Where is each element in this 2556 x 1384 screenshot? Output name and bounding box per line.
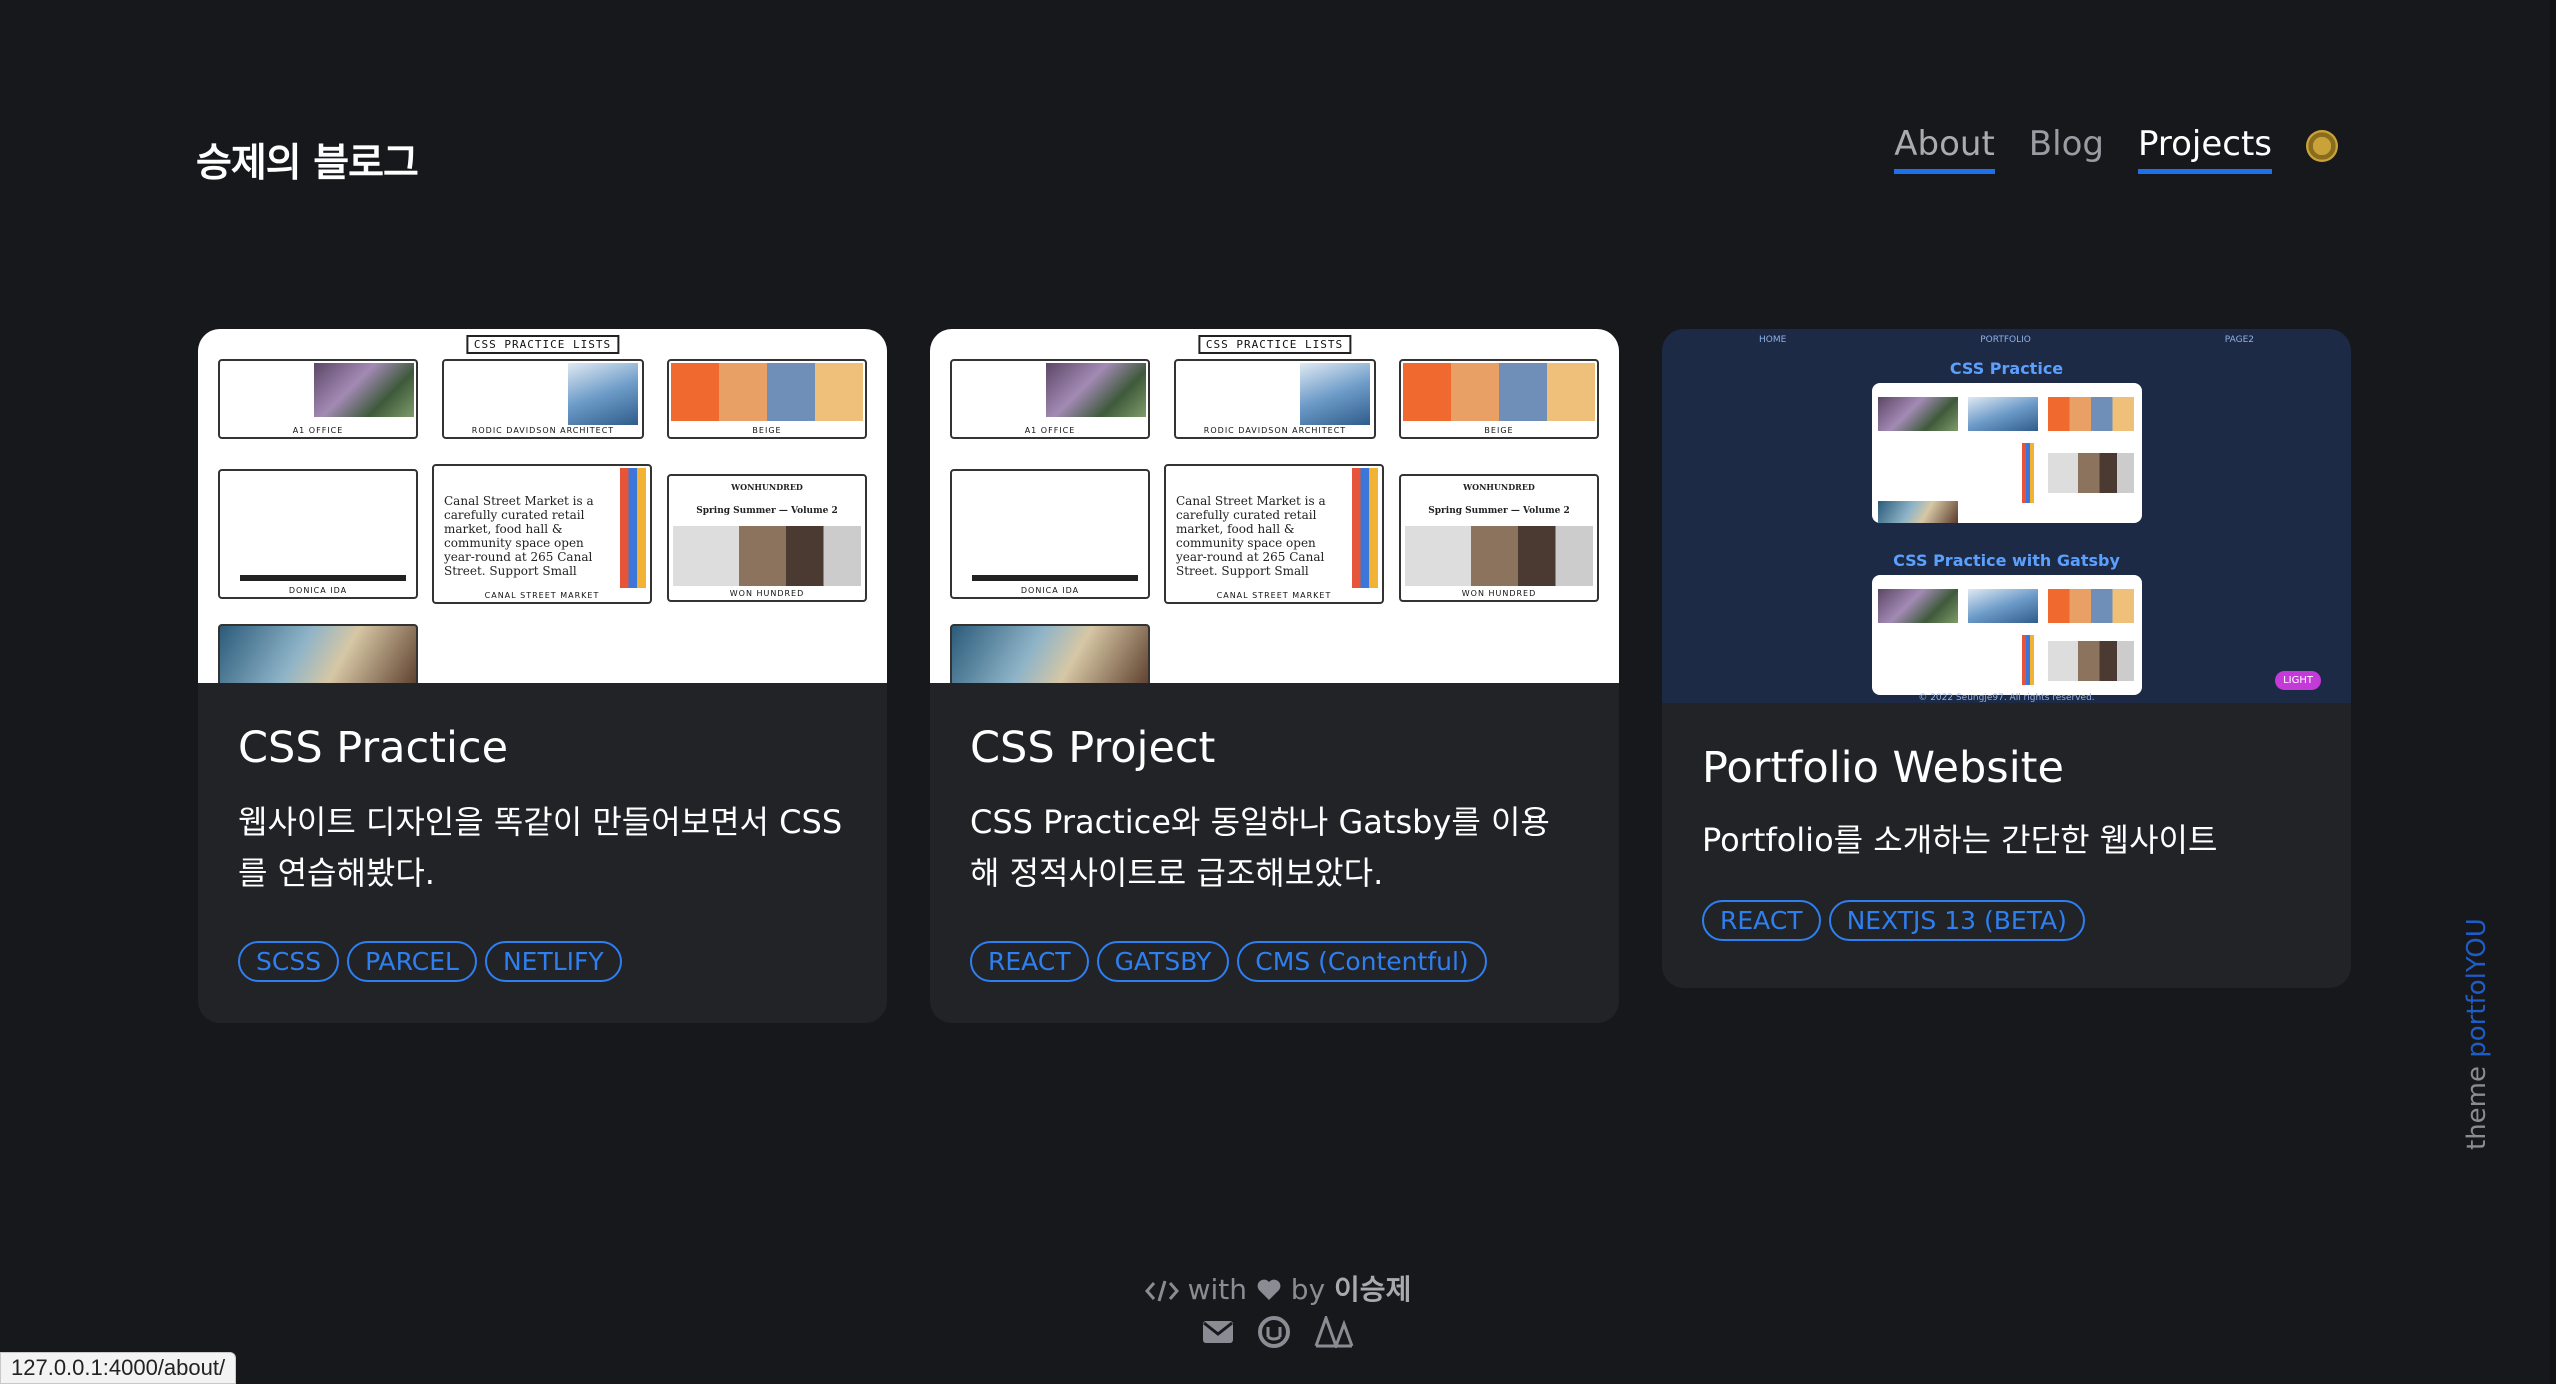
thumbnail-nav: HOME PORTFOLIO PAGE2 (1662, 329, 2351, 351)
mini-caption: WON HUNDRED (1461, 589, 1537, 598)
theme-credit[interactable]: theme portfolYOU (2462, 918, 2492, 1150)
mini-card: RODIC DAVIDSON ARCHITECT (442, 359, 644, 439)
mini-caption: CANAL STREET MARKET (1216, 591, 1332, 600)
mini-card: RODIC DAVIDSON ARCHITECT (1174, 359, 1376, 439)
tag-netlify[interactable]: NETLIFY (484, 941, 622, 982)
project-card-css-practice[interactable]: CSS PRACTICE LISTS A1 OFFICE RODIC DAVID… (198, 329, 887, 1023)
nav-about-link[interactable]: About (1894, 125, 1995, 175)
footer-social-links (1190, 1316, 1366, 1348)
project-title[interactable]: CSS Practice (238, 723, 847, 773)
nav-projects-link[interactable]: Projects (2137, 125, 2272, 175)
mini-snippet: Canal Street Market is a carefully curat… (1176, 494, 1326, 578)
heart-icon (1257, 1279, 1281, 1300)
mini-caption: DONICA IDA (288, 586, 348, 595)
project-card-css-project[interactable]: CSS PRACTICE LISTS A1 OFFICE RODIC DAVID… (930, 329, 1619, 1023)
mail-icon[interactable] (1202, 1319, 1234, 1345)
footer-with: with (1187, 1273, 1247, 1306)
thumbnail-nav-item: HOME (1758, 335, 1787, 345)
thumbnail-nav-item: PORTFOLIO (1980, 335, 2031, 345)
mini-card: DONICA IDA (950, 469, 1150, 599)
mini-card (950, 624, 1150, 683)
browser-status-url: 127.0.0.1:4000/about/ (0, 1352, 237, 1384)
mini-spring: Spring Summer — Volume 2 (696, 506, 838, 516)
mini-spring: Spring Summer — Volume 2 (1428, 506, 1570, 516)
thumbnail-screenshot (1871, 383, 2142, 523)
mini-card: WONHUNDRED Spring Summer — Volume 2 WON … (667, 474, 867, 602)
mini-card: DONICA IDA (218, 469, 418, 599)
mini-card: Canal Street Market is a carefully curat… (432, 464, 652, 604)
code-icon (1144, 1280, 1179, 1302)
theme-credit-name[interactable]: portfolYOU (2462, 918, 2492, 1058)
mini-caption: BEIGE (752, 426, 782, 435)
tag-cms-contentful[interactable]: CMS (Contentful) (1237, 941, 1487, 982)
tag-parcel[interactable]: PARCEL (347, 941, 477, 982)
project-thumbnail: HOME PORTFOLIO PAGE2 CSS Practice CSS Pr… (1662, 329, 2351, 703)
project-thumbnail: CSS PRACTICE LISTS A1 OFFICE RODIC DAVID… (930, 329, 1619, 683)
footer-credit: with by 이승제 (0, 1268, 2556, 1308)
footer-author[interactable]: 이승제 (1334, 1273, 1411, 1306)
thumbnail-section-title: CSS Practice (1949, 359, 2064, 378)
tag-react[interactable]: REACT (1702, 900, 1821, 941)
tag-nextjs-13-beta[interactable]: NEXTJS 13 (BETA) (1828, 900, 2085, 941)
mini-caption: RODIC DAVIDSON ARCHITECT (1203, 426, 1347, 435)
tag-list: REACT GATSBY CMS (Contentful) (970, 941, 1579, 982)
thumbnail-screenshot (1871, 575, 2142, 695)
scrollbar[interactable] (2550, 0, 2556, 1384)
mini-card (218, 624, 418, 683)
mini-brand: WONHUNDRED (1463, 482, 1535, 492)
theme-credit-prefix: theme (2462, 1057, 2492, 1150)
sun-icon[interactable] (2306, 130, 2338, 163)
mini-caption: CANAL STREET MARKET (484, 591, 600, 600)
mini-caption: RODIC DAVIDSON ARCHITECT (471, 426, 615, 435)
tag-list: REACT NEXTJS 13 (BETA) (1702, 900, 2311, 941)
project-description: 웹사이트 디자인을 똑같이 만들어보면서 CSS를 연습해봤다. (238, 803, 843, 892)
mini-card: A1 OFFICE (218, 359, 418, 439)
footer-by: by (1290, 1273, 1326, 1306)
project-description: CSS Practice와 동일하나 Gatsby를 이용해 정적사이트로 급조… (970, 803, 1550, 892)
thumbnail-footer: © 2022 Seungje97. All rights reserved. (1918, 693, 2095, 703)
mini-card: BEIGE (667, 359, 867, 439)
tag-react[interactable]: REACT (970, 941, 1089, 982)
mini-caption: BEIGE (1484, 426, 1514, 435)
mini-card: Canal Street Market is a carefully curat… (1164, 464, 1384, 604)
project-description: Portfolio를 소개하는 간단한 웹사이트 (1702, 821, 2218, 859)
site-title[interactable]: 승제의 블로그 (196, 132, 419, 188)
thumbnail-section-title: CSS Practice with Gatsby (1893, 551, 2120, 570)
mini-caption: A1 OFFICE (1024, 426, 1076, 435)
velog-icon[interactable] (1314, 1316, 1354, 1348)
thumbnail-heading: CSS PRACTICE LISTS (1197, 335, 1352, 354)
mini-caption: DONICA IDA (1020, 586, 1080, 595)
tag-list: SCSS PARCEL NETLIFY (238, 941, 847, 982)
tag-gatsby[interactable]: GATSBY (1096, 941, 1230, 982)
mini-brand: WONHUNDRED (731, 482, 803, 492)
thumbnail-heading: CSS PRACTICE LISTS (465, 335, 620, 354)
page: 승제의 블로그 About Blog Projects CSS PRACTICE… (0, 0, 2556, 1384)
project-title[interactable]: Portfolio Website (1702, 743, 2311, 793)
light-theme-badge[interactable]: LIGHT (2275, 671, 2321, 690)
project-thumbnail: CSS PRACTICE LISTS A1 OFFICE RODIC DAVID… (198, 329, 887, 683)
mini-caption: A1 OFFICE (292, 426, 344, 435)
mini-card: WONHUNDRED Spring Summer — Volume 2 WON … (1399, 474, 1599, 602)
thumbnail-nav-item: PAGE2 (2224, 335, 2255, 345)
tag-scss[interactable]: SCSS (238, 941, 340, 982)
mini-card: A1 OFFICE (950, 359, 1150, 439)
github-icon[interactable] (1258, 1316, 1290, 1348)
mini-card: BEIGE (1399, 359, 1599, 439)
project-title[interactable]: CSS Project (970, 723, 1579, 773)
project-card-portfolio-website[interactable]: HOME PORTFOLIO PAGE2 CSS Practice CSS Pr… (1662, 329, 2351, 988)
mini-snippet: Canal Street Market is a carefully curat… (444, 494, 594, 578)
main-nav: About Blog Projects (1860, 125, 2338, 175)
mini-caption: WON HUNDRED (729, 589, 805, 598)
nav-blog-link[interactable]: Blog (2029, 125, 2104, 174)
